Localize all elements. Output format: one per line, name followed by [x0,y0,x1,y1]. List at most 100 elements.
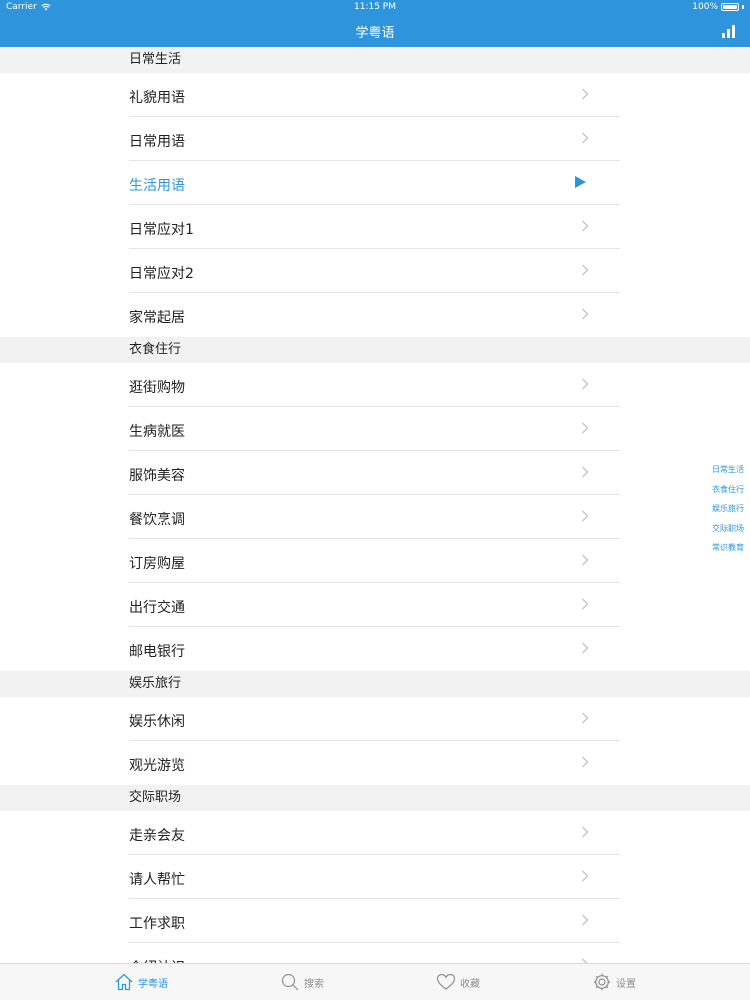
chevron-right-icon [582,870,589,882]
list-item[interactable]: 介绍认识 [0,943,750,963]
list-item-content: 请人帮忙 [129,855,620,899]
list-item[interactable]: 服饰美容 [0,451,750,495]
section-header: 交际职场 [0,785,750,811]
list-item-label: 日常应对2 [129,266,194,282]
list-item-label: 走亲会友 [129,828,185,844]
chevron-right-icon [582,642,589,654]
list-item[interactable]: 日常用语 [0,117,750,161]
chevron-right-icon [582,958,588,963]
home-icon [115,973,133,991]
list-item-label: 礼貌用语 [129,90,185,106]
section-index-item[interactable]: 娱乐旅行 [712,499,750,519]
list-item-content: 走亲会友 [129,811,620,855]
list-item-label: 邮电银行 [129,644,185,660]
list-item-label: 订房购屋 [129,556,185,572]
list-item-content: 礼貌用语 [129,73,620,117]
section-header: 娱乐旅行 [0,671,750,697]
list-item-label: 服饰美容 [129,468,185,484]
list-item-label: 餐饮烹调 [129,512,185,528]
stats-bars-icon[interactable] [722,22,738,38]
section-header: 衣食住行 [0,337,750,363]
tab-settings-label: 设置 [616,978,636,990]
tab-settings[interactable]: 设置 [592,970,636,994]
list-item[interactable]: 工作求职 [0,899,750,943]
list-item-content: 家常起居 [129,293,620,337]
chevron-right-icon [582,756,589,768]
section-index-item[interactable]: 常识教育 [712,538,750,558]
chevron-right-icon [582,554,589,566]
list-item-content: 介绍认识 [129,943,620,963]
list-item-content: 观光游览 [129,741,620,785]
list-item[interactable]: 订房购屋 [0,539,750,583]
list-item-content: 日常用语 [129,117,620,161]
list-item-label: 生活用语 [129,178,185,194]
chevron-right-icon [582,220,589,232]
list-item-label: 观光游览 [129,758,185,774]
list-item[interactable]: 邮电银行 [0,627,750,671]
list-item[interactable]: 请人帮忙 [0,855,750,899]
chevron-right-icon [582,826,589,838]
status-time: 11:15 PM [354,2,396,12]
section-index-item[interactable]: 日常生活 [712,460,750,480]
list-item[interactable]: 生病就医 [0,407,750,451]
list-item-content: 日常应对2 [129,249,620,293]
list-item-content: 出行交通 [129,583,620,627]
chevron-right-icon [582,378,589,390]
section-header: 日常生活 [0,47,750,73]
list-item[interactable]: 礼貌用语 [0,73,750,117]
tab-bar: 学粤语 搜索 收藏 设置 [0,963,750,1000]
list-item-label: 家常起居 [129,310,185,326]
chevron-right-icon [582,712,589,724]
list-item-content: 生活用语 [129,161,620,205]
list-item[interactable]: 观光游览 [0,741,750,785]
list-item-label: 请人帮忙 [129,872,185,888]
list-item-content: 生病就医 [129,407,620,451]
chevron-right-icon [582,466,589,478]
list-item[interactable]: 出行交通 [0,583,750,627]
tab-favorites-label: 收藏 [460,978,480,990]
list-item-label: 逛街购物 [129,380,185,396]
battery-status: 100% [692,2,744,12]
list-item-content: 服饰美容 [129,451,620,495]
list-item-label: 娱乐休闲 [129,714,185,730]
list-item-label: 日常应对1 [129,222,194,238]
list-item-content: 娱乐休闲 [129,697,620,741]
tab-favorites[interactable]: 收藏 [436,970,480,994]
list-item[interactable]: 娱乐休闲 [0,697,750,741]
list-item[interactable]: 餐饮烹调 [0,495,750,539]
chevron-right-icon [582,914,589,926]
list-item[interactable]: 日常应对1 [0,205,750,249]
search-icon [281,973,299,991]
play-icon [575,176,586,188]
list-item-label: 出行交通 [129,600,185,616]
chevron-right-icon [582,132,589,144]
list-item-label: 工作求职 [129,916,185,932]
tab-learn[interactable]: 学粤语 [114,970,168,994]
status-bar: Carrier 11:15 PM 100% [0,0,750,16]
tab-search-label: 搜索 [304,978,324,990]
section-index-bar[interactable]: 日常生活 衣食住行 娱乐旅行 交际职场 常识教育 [712,460,750,558]
list-item-content: 餐饮烹调 [129,495,620,539]
gear-icon [593,973,611,991]
list-item-content: 订房购屋 [129,539,620,583]
tab-learn-label: 学粤语 [138,978,168,990]
list-item[interactable]: 日常应对2 [0,249,750,293]
list-item-content: 日常应对1 [129,205,620,249]
list-item-label: 生病就医 [129,424,185,440]
list-item[interactable]: 走亲会友 [0,811,750,855]
section-index-item[interactable]: 衣食住行 [712,480,750,500]
list-item[interactable]: 逛街购物 [0,363,750,407]
list-item[interactable]: 生活用语 [0,161,750,205]
list-item-content: 逛街购物 [129,363,620,407]
tab-search[interactable]: 搜索 [280,970,324,994]
chevron-right-icon [582,88,589,100]
battery-icon [721,3,739,11]
section-index-item[interactable]: 交际职场 [712,519,750,539]
chevron-right-icon [582,308,589,320]
chevron-right-icon [582,598,589,610]
phrase-category-list[interactable]: 日常生活 礼貌用语 日常用语 生活用语 日常应对1 日常应对2 家常起居 衣食住行 逛街购物 生病… [0,47,750,963]
list-item[interactable]: 家常起居 [0,293,750,337]
chevron-right-icon [582,264,589,276]
heart-icon [436,973,456,990]
chevron-right-icon [582,422,589,434]
